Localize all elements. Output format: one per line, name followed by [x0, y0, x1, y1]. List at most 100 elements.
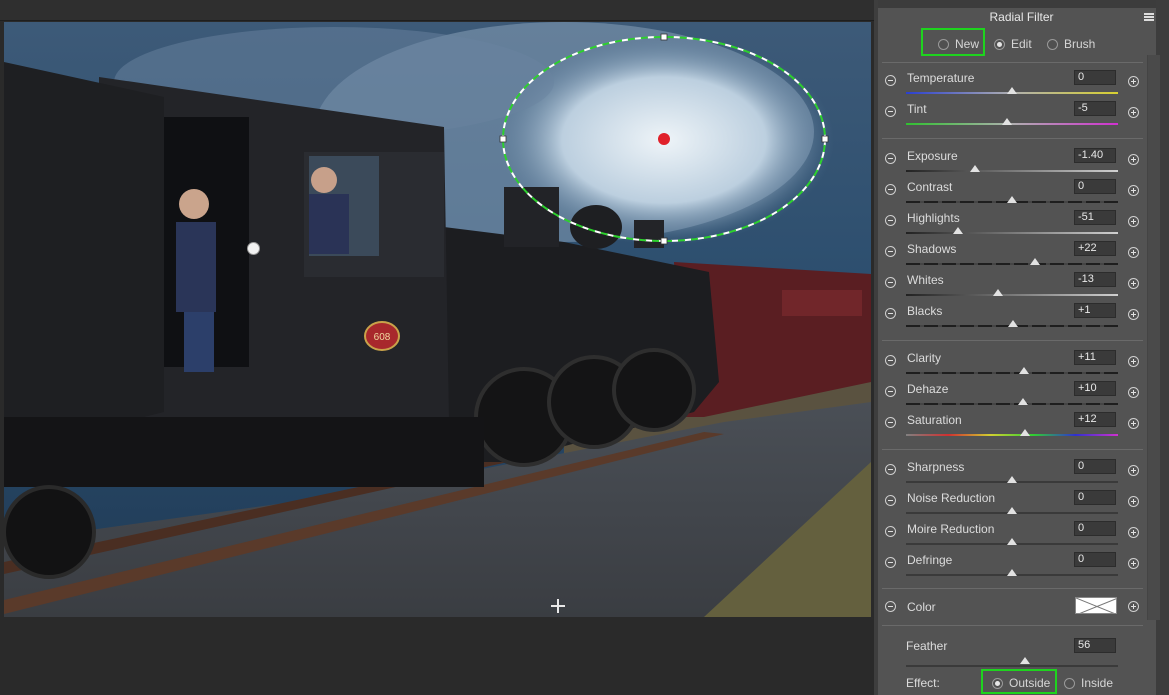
mode-brush[interactable]: Brush [1047, 35, 1095, 53]
exposure-plus-icon[interactable] [1128, 154, 1139, 165]
mode-new[interactable]: New [938, 35, 979, 53]
highlights-track[interactable] [906, 232, 1118, 234]
exposure-minus-icon[interactable] [885, 153, 896, 164]
tint-track[interactable] [906, 123, 1118, 125]
highlights-value[interactable]: -51 [1074, 210, 1116, 225]
sharpness-thumb[interactable] [1007, 476, 1017, 483]
clarity-plus-icon[interactable] [1128, 356, 1139, 367]
mode-new-radio[interactable] [938, 38, 949, 50]
exposure-thumb[interactable] [969, 165, 980, 172]
saturation-plus-icon[interactable] [1128, 418, 1139, 429]
dehaze-track[interactable] [906, 403, 1118, 405]
feather-track[interactable] [906, 665, 1118, 667]
noise-reduction-thumb[interactable] [1007, 507, 1017, 514]
moire-reduction-plus-icon[interactable] [1128, 527, 1139, 538]
tint-minus-icon[interactable] [885, 106, 896, 117]
highlights-plus-icon[interactable] [1128, 216, 1139, 227]
whites-plus-icon[interactable] [1128, 278, 1139, 289]
shadows-value[interactable]: +22 [1074, 241, 1116, 256]
clarity-value[interactable]: +11 [1074, 350, 1116, 365]
filter-pin-active[interactable] [658, 133, 670, 145]
mode-brush-radio[interactable] [1047, 38, 1058, 50]
sharpness-plus-icon[interactable] [1128, 465, 1139, 476]
blacks-plus-icon[interactable] [1128, 309, 1139, 320]
clarity-minus-icon[interactable] [885, 355, 896, 366]
shadows-thumb[interactable] [1030, 258, 1041, 265]
whites-value[interactable]: -13 [1074, 272, 1116, 287]
tint-thumb[interactable] [1001, 118, 1012, 125]
noise-reduction-plus-icon[interactable] [1128, 496, 1139, 507]
blacks-value[interactable]: +1 [1074, 303, 1116, 318]
filter-handle-right[interactable] [821, 135, 829, 143]
blacks-minus-icon[interactable] [885, 308, 896, 319]
whites-thumb[interactable] [993, 289, 1004, 296]
feather-thumb[interactable] [1019, 657, 1030, 664]
filter-handle-bottom[interactable] [660, 237, 668, 245]
tint-value[interactable]: -5 [1074, 101, 1116, 116]
saturation-value[interactable]: +12 [1074, 412, 1116, 427]
canvas-area[interactable]: 608 [0, 0, 874, 695]
filter-handle-left[interactable] [499, 135, 507, 143]
moire-reduction-minus-icon[interactable] [885, 526, 896, 537]
shadows-track[interactable] [906, 263, 1118, 265]
filter-pin-inactive[interactable] [247, 242, 260, 255]
mode-brush-label: Brush [1064, 37, 1096, 51]
noise-reduction-value[interactable]: 0 [1074, 490, 1116, 505]
color-swatch[interactable] [1075, 597, 1117, 614]
defringe-thumb[interactable] [1007, 569, 1017, 576]
color-plus-icon[interactable] [1128, 601, 1139, 612]
shadows-label: Shadows [907, 242, 957, 256]
noise-reduction-minus-icon[interactable] [885, 495, 896, 506]
moire-reduction-thumb[interactable] [1007, 538, 1017, 545]
dehaze-thumb[interactable] [1017, 398, 1028, 405]
temperature-thumb[interactable] [1007, 87, 1017, 94]
mode-edit[interactable]: Edit [994, 35, 1032, 53]
saturation-thumb[interactable] [1019, 429, 1030, 436]
blacks-label: Blacks [907, 304, 943, 318]
tint-plus-icon[interactable] [1128, 107, 1139, 118]
temperature-plus-icon[interactable] [1128, 76, 1139, 87]
sharpness-minus-icon[interactable] [885, 464, 896, 475]
contrast-plus-icon[interactable] [1128, 185, 1139, 196]
contrast-thumb[interactable] [1007, 196, 1017, 203]
mode-edit-radio[interactable] [994, 38, 1005, 50]
contrast-minus-icon[interactable] [885, 184, 896, 195]
dehaze-minus-icon[interactable] [885, 386, 896, 397]
dehaze-value[interactable]: +10 [1074, 381, 1116, 396]
defringe-minus-icon[interactable] [885, 557, 896, 568]
temperature-minus-icon[interactable] [885, 75, 896, 86]
filter-handle-top[interactable] [660, 33, 668, 41]
effect-inside-radio[interactable] [1064, 677, 1075, 689]
photo[interactable]: 608 [4, 22, 871, 617]
effect-inside[interactable]: Inside [1064, 674, 1113, 692]
effect-outside[interactable]: Outside [992, 674, 1050, 692]
clarity-track[interactable] [906, 372, 1118, 374]
whites-minus-icon[interactable] [885, 277, 896, 288]
shadows-plus-icon[interactable] [1128, 247, 1139, 258]
tint-label: Tint [907, 102, 927, 116]
shadows-minus-icon[interactable] [885, 246, 896, 257]
highlights-minus-icon[interactable] [885, 215, 896, 226]
dehaze-label: Dehaze [907, 382, 949, 396]
exposure-track[interactable] [906, 170, 1118, 172]
color-minus-icon[interactable] [885, 601, 896, 612]
effect-outside-radio[interactable] [992, 677, 1003, 689]
panel-scrollbar-thumb[interactable] [1147, 55, 1160, 620]
moire-reduction-value[interactable]: 0 [1074, 521, 1116, 536]
feather-value[interactable]: 56 [1074, 638, 1116, 653]
saturation-minus-icon[interactable] [885, 417, 896, 428]
separator [882, 138, 1143, 139]
panel-menu-icon[interactable] [1144, 13, 1154, 21]
dehaze-plus-icon[interactable] [1128, 387, 1139, 398]
blacks-thumb[interactable] [1008, 320, 1019, 327]
exposure-value[interactable]: -1.40 [1074, 148, 1116, 163]
sharpness-value[interactable]: 0 [1074, 459, 1116, 474]
defringe-plus-icon[interactable] [1128, 558, 1139, 569]
whites-track[interactable] [906, 294, 1118, 296]
clarity-thumb[interactable] [1018, 367, 1029, 374]
saturation-track[interactable] [906, 434, 1118, 436]
highlights-thumb[interactable] [952, 227, 963, 234]
defringe-value[interactable]: 0 [1074, 552, 1116, 567]
temperature-value[interactable]: 0 [1074, 70, 1116, 85]
contrast-value[interactable]: 0 [1074, 179, 1116, 194]
